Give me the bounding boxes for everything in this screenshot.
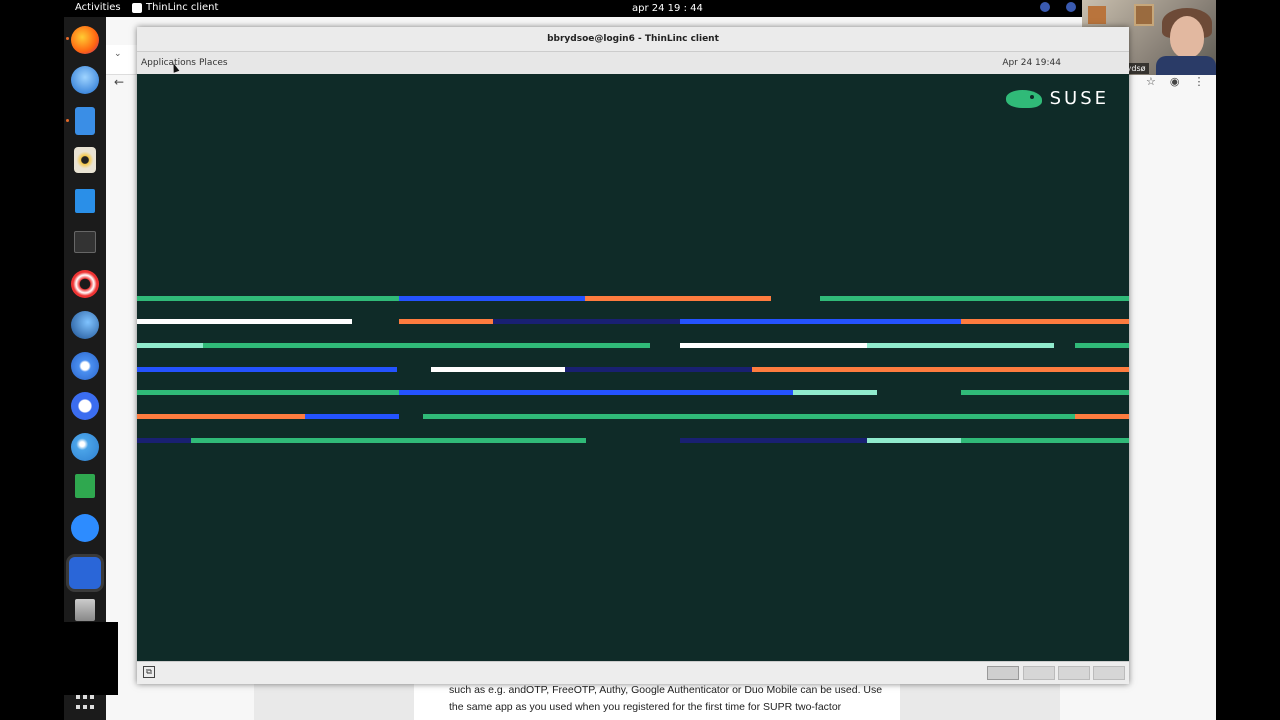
wallpaper-stripe xyxy=(867,343,1054,348)
wallpaper-stripe xyxy=(203,343,650,348)
writer-icon[interactable] xyxy=(75,189,95,213)
workspace-2[interactable] xyxy=(1023,666,1055,680)
steam-icon[interactable] xyxy=(71,311,99,339)
wallpaper-stripe xyxy=(1075,414,1129,419)
workspace-4[interactable] xyxy=(1093,666,1125,680)
remote-menubar: Applications Places Apr 24 19:44 xyxy=(137,52,1129,74)
workspace-3[interactable] xyxy=(1058,666,1090,680)
wallpaper-stripe xyxy=(793,390,877,395)
workspace-1[interactable] xyxy=(987,666,1019,680)
wallpaper-stripe xyxy=(820,296,1129,301)
remote-desktop-wallpaper: SUSE xyxy=(137,74,1129,661)
dock xyxy=(64,17,106,720)
telegram-icon[interactable] xyxy=(71,433,99,461)
chrome-icon[interactable] xyxy=(71,352,99,380)
wallpaper-stripe xyxy=(680,343,867,348)
thunderbird-icon[interactable] xyxy=(71,66,99,94)
app-menu-label: ThinLinc client xyxy=(146,2,219,13)
wallpaper-stripe xyxy=(399,319,493,324)
signal-icon[interactable] xyxy=(71,392,99,420)
wallpaper-stripe xyxy=(961,319,1129,324)
suse-logo: SUSE xyxy=(1005,88,1109,109)
files-icon[interactable] xyxy=(75,107,95,135)
person-shirt xyxy=(1156,56,1216,75)
wallpaper-stripe xyxy=(961,438,1129,443)
wallpaper-stripe xyxy=(191,438,586,443)
document-line: the same app as you used when you regist… xyxy=(449,701,842,713)
wall-picture xyxy=(1088,6,1106,24)
wall-picture xyxy=(1134,4,1154,26)
system-tray[interactable] xyxy=(1040,2,1076,12)
wallpaper-stripe xyxy=(585,296,771,301)
thinlinc-window[interactable]: bbrydsoe@login6 - ThinLinc client Applic… xyxy=(137,27,1129,684)
app-menu[interactable]: ThinLinc client xyxy=(132,2,218,13)
wallpaper-stripe xyxy=(137,390,399,395)
document-line: such as e.g. andOTP, FreeOTP, Authy, Goo… xyxy=(449,684,883,696)
wallpaper-stripe xyxy=(423,414,1075,419)
thinlinc-statusbar: ⧉ xyxy=(137,661,1129,684)
wallpaper-stripe xyxy=(680,319,961,324)
running-indicator xyxy=(66,119,69,122)
running-indicator xyxy=(66,37,69,40)
wallpaper-stripe xyxy=(867,438,961,443)
applications-menu[interactable]: Applications xyxy=(141,58,196,68)
thinlinc-icon[interactable] xyxy=(69,557,101,589)
places-menu[interactable]: Places xyxy=(199,58,228,68)
wallpaper-stripe xyxy=(752,367,1129,372)
person-face xyxy=(1170,16,1204,58)
zoom-icon[interactable] xyxy=(71,514,99,542)
wallpaper-stripe xyxy=(1075,343,1129,348)
browser-toolbar-icons: ☆ ◉ ⋮ xyxy=(1146,75,1204,88)
menu-icon[interactable]: ⋮ xyxy=(1193,75,1204,88)
wallpaper-stripe xyxy=(399,390,793,395)
wallpaper-stripe xyxy=(137,438,191,443)
tray-app-icon[interactable] xyxy=(1066,2,1076,12)
account-icon[interactable]: ◉ xyxy=(1170,75,1180,88)
chameleon-icon xyxy=(1005,89,1042,108)
chevron-down-icon[interactable]: ⌄ xyxy=(114,49,122,59)
wallpaper-stripe xyxy=(305,414,399,419)
firefox-icon[interactable] xyxy=(71,26,99,54)
app-grid-icon[interactable] xyxy=(76,695,96,711)
tray-app-icon[interactable] xyxy=(1040,2,1050,12)
trash-icon[interactable] xyxy=(75,599,95,621)
help-icon[interactable] xyxy=(71,270,99,298)
document-text: such as e.g. andOTP, FreeOTP, Authy, Goo… xyxy=(449,682,889,716)
wallpaper-stripe xyxy=(961,390,1129,395)
desktop-screen: ⌄ ← ☆ ◉ ⋮ such as e.g. andOTP, FreeOTP, … xyxy=(0,0,1280,720)
top-bar-clock[interactable]: apr 24 19 : 44 xyxy=(632,3,703,14)
activities-button[interactable]: Activities xyxy=(75,2,121,13)
thinlinc-icon xyxy=(132,2,142,13)
wallpaper-stripe xyxy=(399,296,585,301)
wallpaper-stripe xyxy=(565,367,752,372)
wallpaper-stripe xyxy=(137,343,203,348)
wallpaper-stripe xyxy=(680,438,867,443)
fullscreen-toggle-icon[interactable]: ⧉ xyxy=(143,666,155,678)
window-titlebar[interactable]: bbrydsoe@login6 - ThinLinc client xyxy=(137,27,1129,52)
wallpaper-stripe xyxy=(137,296,399,301)
wallpaper-stripe xyxy=(137,414,305,419)
wallpaper-stripe xyxy=(431,367,565,372)
rhythmbox-icon[interactable] xyxy=(74,147,96,173)
star-icon[interactable]: ☆ xyxy=(1146,75,1156,88)
dock-shadow xyxy=(64,622,118,695)
wallpaper-stripe xyxy=(137,319,352,324)
suse-wordmark: SUSE xyxy=(1049,88,1109,109)
window-title: bbrydsoe@login6 - ThinLinc client xyxy=(547,34,719,44)
wallpaper-stripe xyxy=(493,319,680,324)
calc-icon[interactable] xyxy=(75,474,95,498)
terminal-icon[interactable] xyxy=(74,231,96,253)
wallpaper-stripe xyxy=(137,367,397,372)
back-arrow-icon[interactable]: ← xyxy=(114,75,124,89)
remote-clock[interactable]: Apr 24 19:44 xyxy=(1002,58,1061,68)
